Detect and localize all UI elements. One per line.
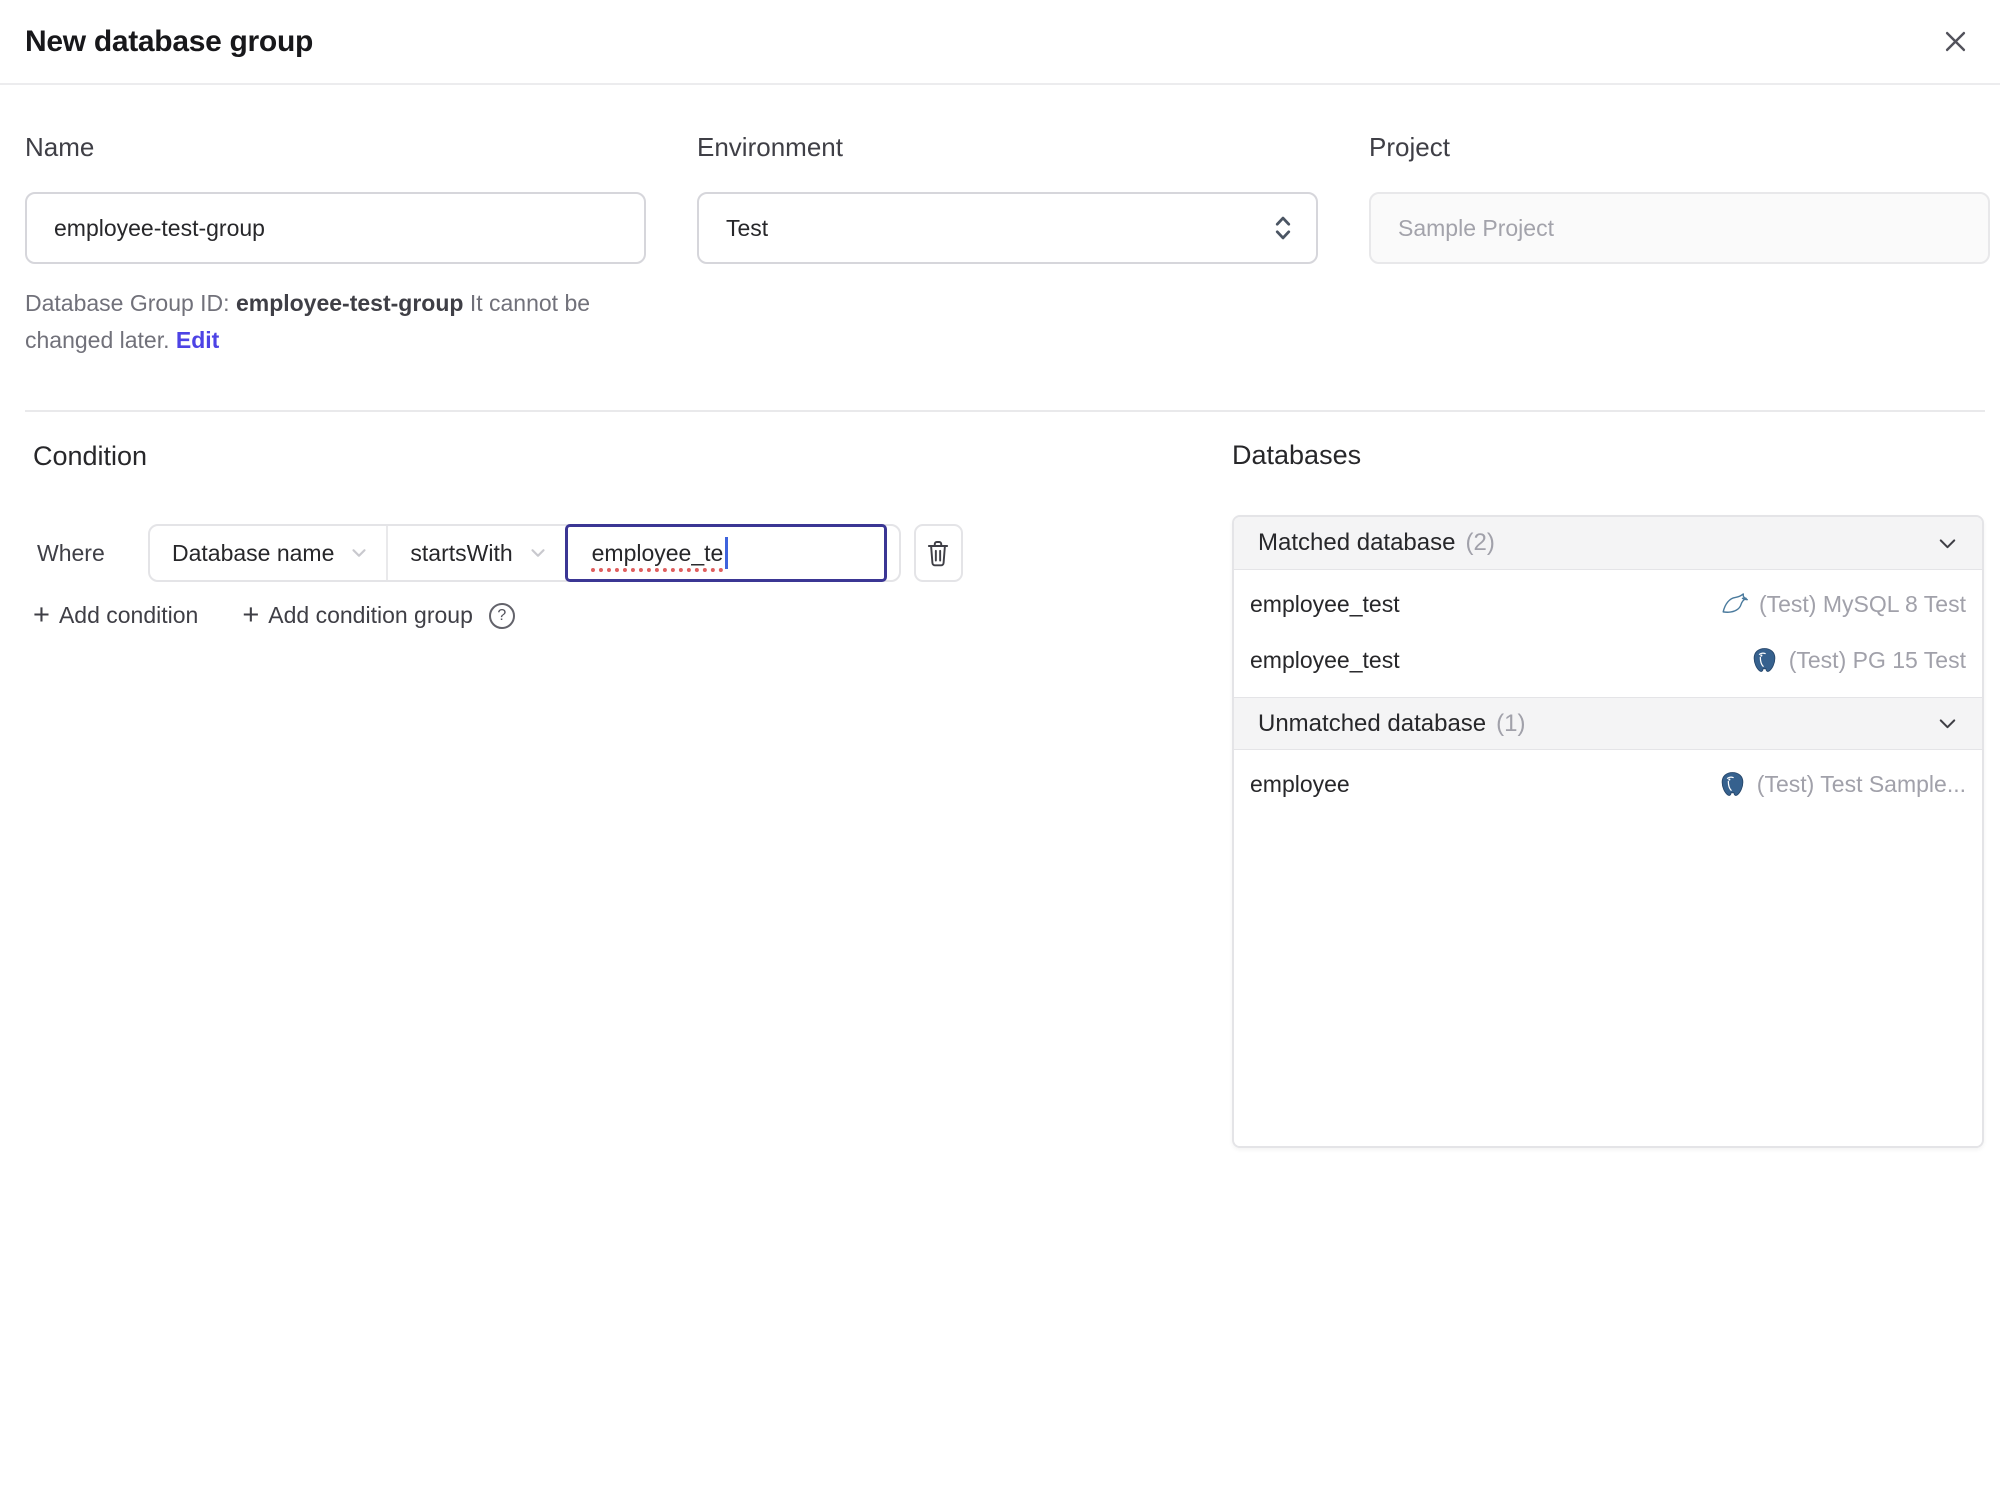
where-label: Where bbox=[37, 539, 105, 566]
delete-condition-button[interactable] bbox=[913, 524, 963, 582]
databases-panel: Matched database (2) employee_test (Test… bbox=[1232, 515, 1984, 1148]
matched-database-section-header[interactable]: Matched database (2) bbox=[1234, 517, 1982, 570]
database-instance-label: (Test) PG 15 Test bbox=[1788, 646, 1966, 673]
add-condition-group-label: Add condition group bbox=[268, 602, 473, 628]
add-condition-label: Add condition bbox=[58, 602, 199, 628]
condition-value-input[interactable]: employee_te bbox=[564, 524, 887, 582]
database-instance: (Test) PG 15 Test bbox=[1751, 646, 1966, 674]
database-name: employee_test bbox=[1250, 646, 1400, 673]
environment-selected-value: Test bbox=[726, 214, 769, 241]
chevron-up-down-icon bbox=[1272, 214, 1294, 242]
project-selected-value: Sample Project bbox=[1398, 214, 1554, 241]
condition-field-value: Database name bbox=[172, 539, 335, 566]
database-instance-label: (Test) Test Sample... bbox=[1756, 770, 1966, 797]
database-instance-label: (Test) MySQL 8 Test bbox=[1758, 590, 1966, 617]
database-row: employee_test (Test) PG 15 Test bbox=[1234, 632, 1982, 688]
database-instance: (Test) Test Sample... bbox=[1719, 770, 1966, 798]
unmatched-database-count: (1) bbox=[1496, 709, 1526, 737]
add-condition-button[interactable]: + Add condition bbox=[33, 601, 198, 630]
chevron-down-icon bbox=[1935, 531, 1960, 556]
close-button[interactable] bbox=[1935, 22, 1975, 62]
unmatched-database-section-header[interactable]: Unmatched database (1) bbox=[1234, 697, 1982, 750]
condition-expression-group: Database name startsWith employee_te bbox=[148, 524, 901, 582]
plus-icon: + bbox=[33, 599, 50, 631]
database-group-id-hint: Database Group ID: employee-test-group I… bbox=[25, 285, 650, 359]
condition-row: Where Database name startsWith employee_… bbox=[37, 524, 963, 582]
panel-empty-space bbox=[1234, 821, 1982, 1146]
condition-operator-value: startsWith bbox=[410, 539, 513, 566]
text-caret bbox=[725, 537, 729, 569]
database-name: employee bbox=[1250, 770, 1350, 797]
plus-icon: + bbox=[242, 599, 260, 631]
new-database-group-dialog: New database group Name Environment Test bbox=[0, 0, 2000, 1500]
help-icon[interactable]: ? bbox=[488, 602, 515, 629]
edit-id-link[interactable]: Edit bbox=[176, 327, 219, 353]
databases-heading: Databases bbox=[1232, 440, 1362, 470]
project-label: Project bbox=[1369, 132, 1450, 162]
condition-value-text: employee_te bbox=[591, 539, 724, 566]
database-name: employee_test bbox=[1250, 590, 1400, 617]
condition-heading: Condition bbox=[33, 441, 148, 471]
project-field-group: Project Sample Project bbox=[1369, 132, 1990, 264]
id-hint-prefix: Database Group ID: bbox=[25, 290, 236, 316]
name-field-group: Name bbox=[25, 132, 646, 264]
dialog-header: New database group bbox=[0, 0, 2000, 85]
condition-operator-select[interactable]: startsWith bbox=[388, 526, 564, 580]
unmatched-database-rows: employee (Test) Test Sample... bbox=[1234, 750, 1982, 821]
project-select: Sample Project bbox=[1369, 192, 1990, 264]
mysql-icon bbox=[1721, 590, 1749, 618]
postgres-icon bbox=[1719, 770, 1747, 798]
chevron-down-icon bbox=[348, 542, 370, 564]
environment-field-group: Environment Test bbox=[697, 132, 1318, 264]
chevron-down-icon bbox=[1935, 711, 1960, 736]
matched-database-rows: employee_test (Test) MySQL 8 Test employ… bbox=[1234, 570, 1982, 697]
condition-actions: + Add condition + Add condition group ? bbox=[33, 601, 515, 630]
add-condition-group-button[interactable]: + Add condition group bbox=[242, 601, 473, 630]
unmatched-database-title: Unmatched database bbox=[1258, 709, 1487, 737]
dialog-title: New database group bbox=[25, 24, 313, 58]
condition-group-endpad bbox=[887, 526, 899, 580]
trash-icon bbox=[925, 539, 951, 568]
name-input[interactable] bbox=[25, 192, 646, 264]
environment-select[interactable]: Test bbox=[697, 192, 1318, 264]
chevron-down-icon bbox=[527, 542, 549, 564]
close-icon bbox=[1940, 26, 1971, 57]
environment-label: Environment bbox=[697, 132, 843, 162]
postgres-icon bbox=[1751, 646, 1779, 674]
section-divider bbox=[25, 410, 1985, 412]
database-row: employee (Test) Test Sample... bbox=[1234, 756, 1982, 812]
matched-database-count: (2) bbox=[1465, 529, 1495, 556]
database-row: employee_test (Test) MySQL 8 Test bbox=[1234, 576, 1982, 632]
database-group-id-value: employee-test-group bbox=[235, 290, 464, 316]
form-row: Name Environment Test Project Sample Pro… bbox=[25, 132, 1990, 264]
condition-field-select[interactable]: Database name bbox=[150, 526, 389, 580]
database-instance: (Test) MySQL 8 Test bbox=[1721, 590, 1966, 618]
name-label: Name bbox=[25, 132, 95, 162]
matched-database-title: Matched database bbox=[1258, 529, 1456, 556]
